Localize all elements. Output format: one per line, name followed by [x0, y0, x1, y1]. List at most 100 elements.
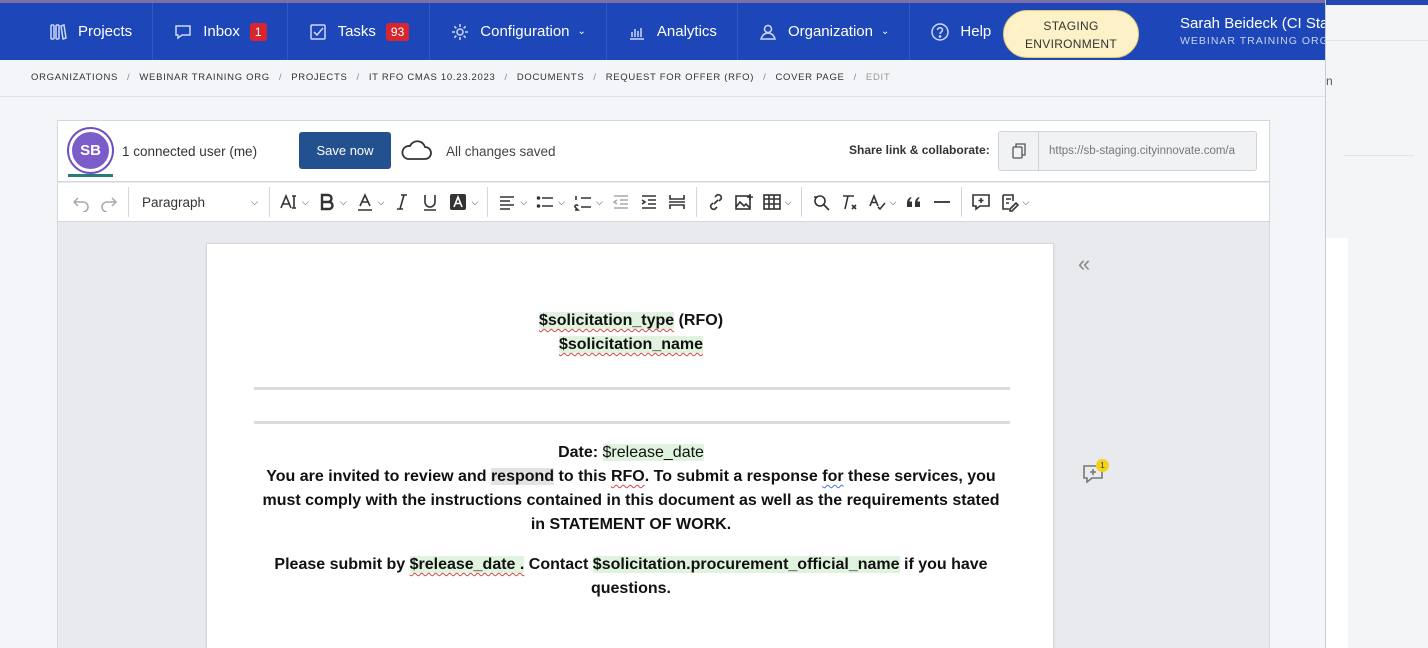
spellcheck-icon — [868, 193, 886, 211]
breadcrumb-separator: / — [763, 72, 767, 83]
page-break-button[interactable] — [663, 187, 691, 217]
tasks-count-badge: 93 — [385, 22, 410, 41]
avatar[interactable]: SB — [69, 129, 112, 172]
nav-configuration[interactable]: Configuration ⌄ — [430, 3, 607, 60]
chevron-down-icon: ⌵ — [889, 196, 897, 207]
toolbar-separator — [800, 187, 802, 217]
indent-icon — [641, 195, 656, 209]
misspelled-word: RFO — [610, 468, 645, 485]
copy-icon — [1011, 143, 1026, 159]
nav-help[interactable]: Help — [910, 3, 1011, 60]
toolbar-separator — [695, 187, 697, 217]
breadcrumb-org[interactable]: WEBINAR TRAINING ORG — [139, 72, 269, 83]
background-divider — [1344, 155, 1414, 156]
user-name: Sarah Beideck (CI Sta — [1180, 15, 1326, 32]
doc-title-line: $solicitation_type (RFO) — [207, 309, 1055, 333]
add-comment-icon — [972, 194, 991, 211]
table-icon — [762, 194, 781, 210]
chevron-down-icon: ⌵ — [339, 196, 347, 207]
help-icon — [931, 22, 950, 41]
page-break-icon — [668, 195, 685, 209]
undo-icon — [72, 197, 89, 212]
tasks-icon — [309, 23, 326, 40]
user-menu[interactable]: Sarah Beideck (CI Sta WEBINAR TRAINING O… — [1180, 15, 1326, 47]
breadcrumb-documents[interactable]: DOCUMENTS — [517, 72, 585, 83]
clear-formatting-icon — [842, 195, 857, 210]
track-changes-button[interactable]: ⌵ — [995, 187, 1033, 217]
bold-button[interactable]: ⌵ — [313, 187, 351, 217]
nav-projects-label: Projects — [78, 23, 133, 40]
nav-configuration-label: Configuration — [480, 23, 570, 40]
save-now-button[interactable]: Save now — [299, 132, 391, 169]
doc-submission-paragraph: Please submit by $release_date . Contact… — [267, 553, 995, 601]
collaboration-bar: SB 1 connected user (me) Save now All ch… — [58, 121, 1269, 182]
indent-button[interactable] — [635, 187, 663, 217]
font-size-button[interactable]: ⌵ — [275, 187, 313, 217]
paragraph-text: Contact — [524, 556, 593, 573]
paragraph-text: You are invited to review and — [266, 468, 491, 485]
release-date-variable: $release_date — [602, 444, 704, 461]
grammar-flagged-word: for — [822, 468, 844, 485]
nav-organization[interactable]: Organization ⌄ — [738, 3, 911, 60]
editor-toolbar: Paragraph ⌵ ⌵ ⌵ ⌵ ⌵ ⌵ ⌵ ⌵ ⌵ ⌵ ⌵ — [58, 183, 1269, 222]
breadcrumb: ORGANIZATIONS / WEBINAR TRAINING ORG / PRO… — [31, 72, 890, 83]
spellcheck-button[interactable]: ⌵ — [863, 187, 901, 217]
paragraph-style-dropdown[interactable]: Paragraph ⌵ — [134, 187, 264, 217]
outdent-button[interactable] — [607, 187, 635, 217]
link-icon — [709, 193, 722, 211]
horizontal-rule — [254, 421, 1010, 424]
nav-tasks[interactable]: Tasks 93 — [288, 3, 431, 60]
align-button[interactable]: ⌵ — [493, 187, 531, 217]
chevron-down-icon: ⌵ — [377, 196, 385, 207]
redo-button[interactable] — [95, 187, 123, 217]
undo-button[interactable] — [67, 187, 95, 217]
breadcrumb-document[interactable]: REQUEST FOR OFFER (RFO) — [606, 72, 754, 83]
doc-title-suffix: (RFO) — [674, 312, 724, 329]
share-link-field[interactable]: https://sb-staging.cityinnovate.com/a — [998, 131, 1257, 171]
font-color-button[interactable]: ⌵ — [351, 187, 389, 217]
toolbar-separator — [487, 187, 489, 217]
collapse-sidebar-icon[interactable]: « — [1078, 251, 1090, 277]
nav-inbox[interactable]: Inbox 1 — [153, 3, 288, 60]
paragraph-text: Please submit by — [274, 556, 410, 573]
insert-image-button[interactable] — [730, 187, 758, 217]
align-icon — [500, 196, 515, 210]
insert-table-button[interactable]: ⌵ — [758, 187, 796, 217]
top-nav: Projects Inbox 1 Tasks 93 Configuration … — [0, 0, 1326, 60]
bulleted-list-button[interactable]: ⌵ — [531, 187, 569, 217]
share-url: https://sb-staging.cityinnovate.com/a — [1049, 145, 1236, 157]
chevron-down-icon: ⌄ — [881, 26, 890, 37]
breadcrumb-projects[interactable]: PROJECTS — [291, 72, 347, 83]
italic-button[interactable] — [388, 187, 416, 217]
breadcrumb-organizations[interactable]: ORGANIZATIONS — [31, 72, 118, 83]
link-button[interactable] — [702, 187, 730, 217]
chevron-down-icon: ⌵ — [251, 196, 258, 207]
save-status: All changes saved — [446, 144, 556, 159]
breadcrumb-current: EDIT — [865, 72, 891, 83]
highlight-icon — [450, 194, 467, 210]
add-comment-button[interactable] — [967, 187, 995, 217]
organization-icon — [759, 24, 776, 40]
breadcrumb-separator: / — [853, 72, 857, 83]
copy-link-button[interactable] — [999, 132, 1039, 170]
bold-icon — [320, 193, 334, 211]
chevron-down-icon: ⌵ — [471, 196, 479, 207]
clear-formatting-button[interactable] — [835, 187, 863, 217]
horizontal-line-button[interactable] — [928, 187, 956, 217]
doc-subtitle-line: $solicitation_name — [207, 333, 1055, 357]
nav-projects[interactable]: Projects — [0, 3, 154, 60]
date-label: Date: — [558, 444, 603, 461]
breadcrumb-project[interactable]: IT RFO CMAS 10.23.2023 — [369, 72, 496, 83]
background-divider — [1326, 40, 1428, 41]
numbered-list-button[interactable]: ⌵ — [569, 187, 607, 217]
environment-label: ENVIRONMENT — [1025, 37, 1117, 51]
highlight-button[interactable]: ⌵ — [444, 187, 482, 217]
document-page[interactable]: $solicitation_type (RFO) $solicitation_n… — [206, 243, 1054, 648]
breadcrumb-section[interactable]: COVER PAGE — [775, 72, 844, 83]
redo-icon — [101, 197, 118, 212]
nav-analytics[interactable]: Analytics — [607, 3, 738, 60]
blockquote-button[interactable] — [900, 187, 928, 217]
horizontal-rule — [254, 387, 1010, 390]
find-replace-button[interactable] — [807, 187, 835, 217]
underline-button[interactable] — [416, 187, 444, 217]
